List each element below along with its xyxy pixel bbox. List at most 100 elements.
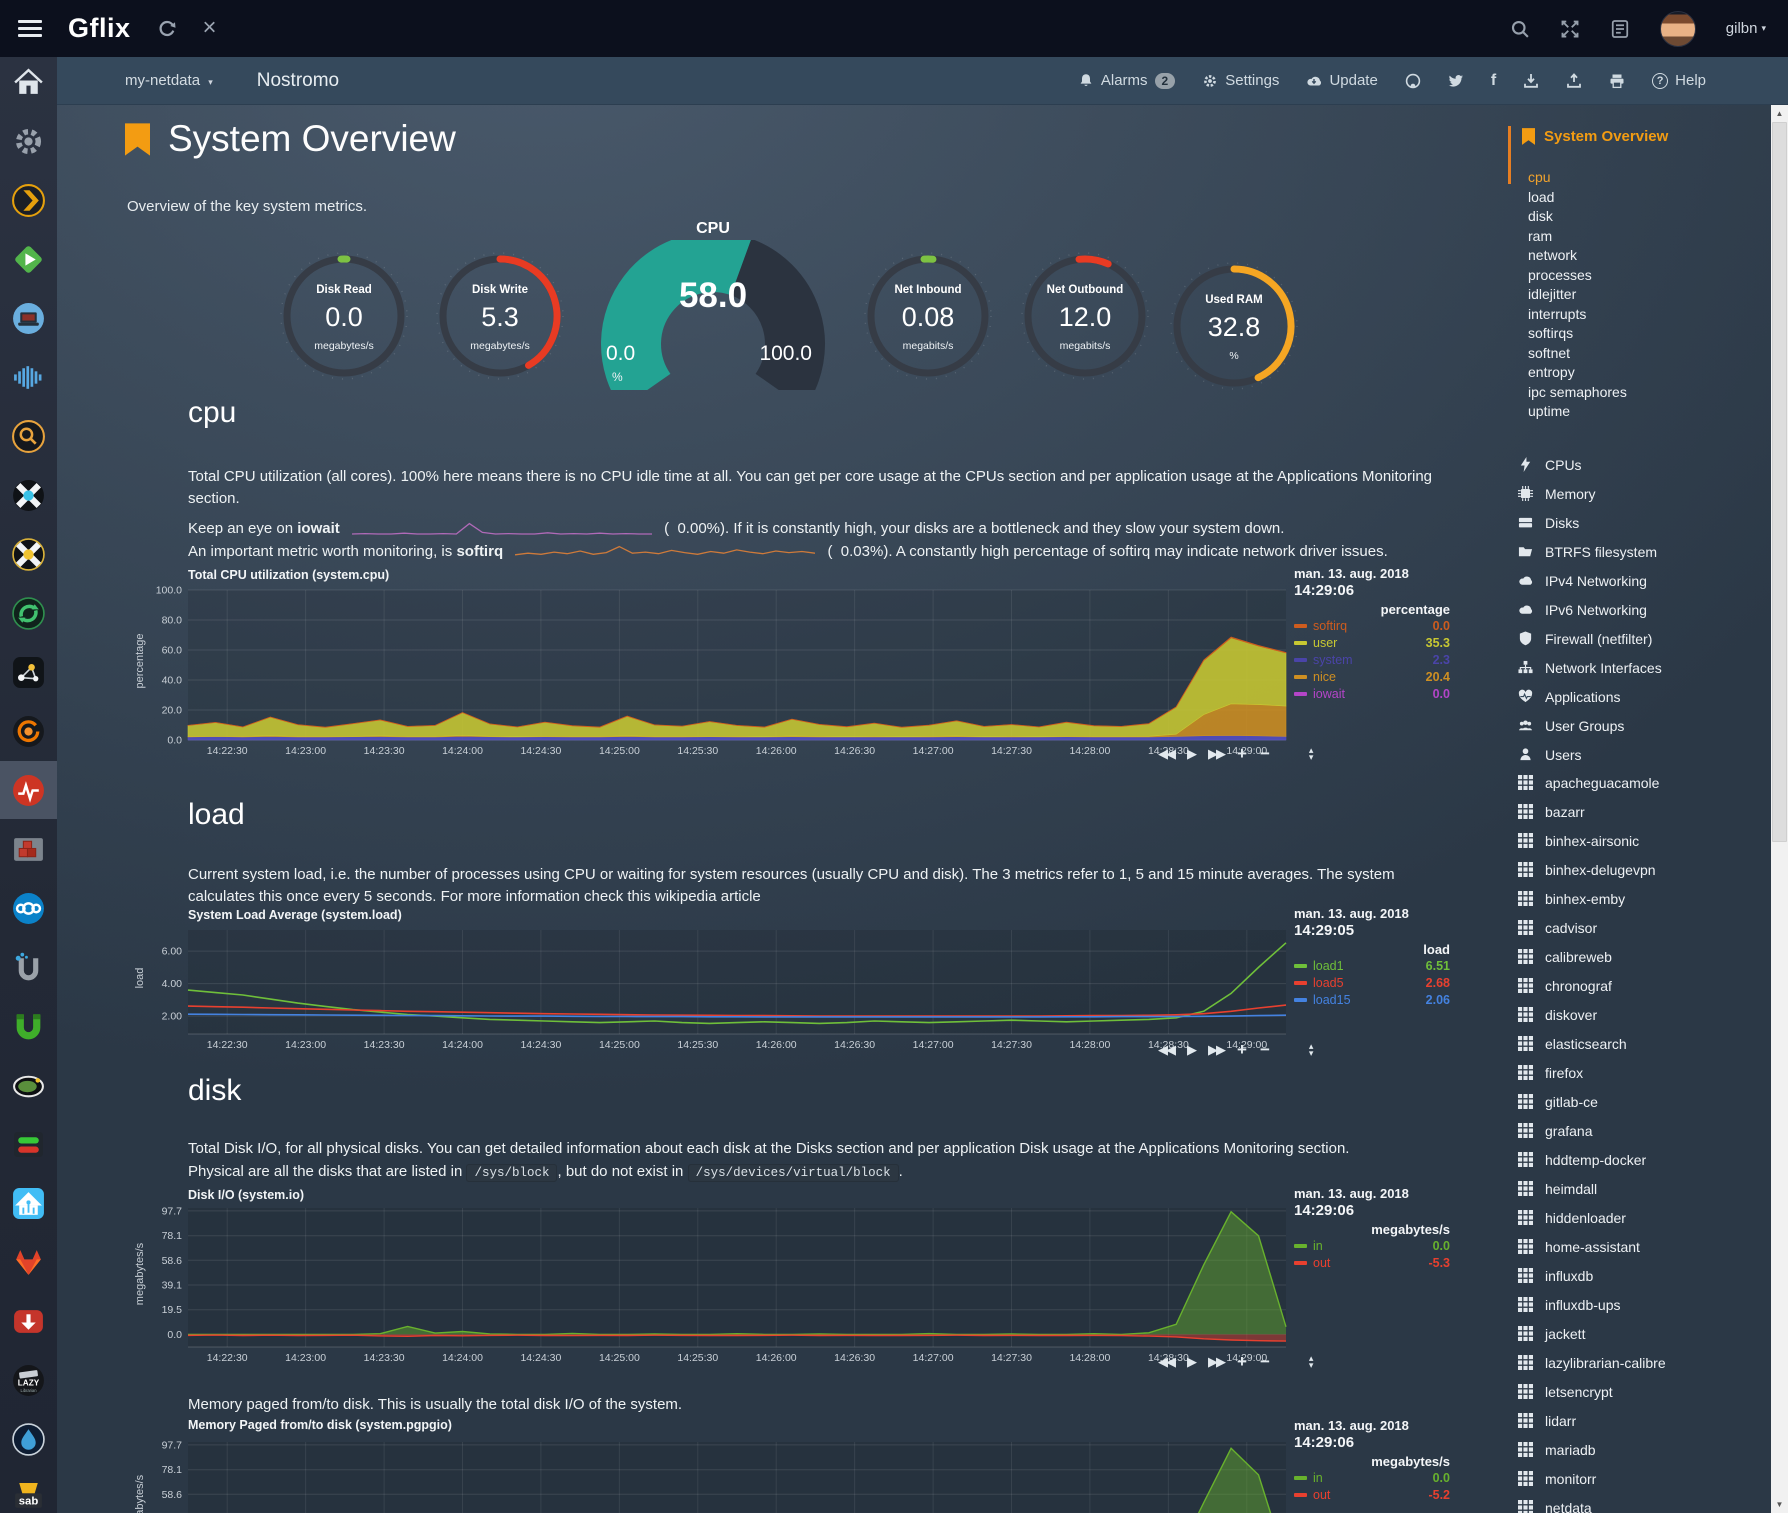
nav-section-users[interactable]: Users	[1518, 740, 1662, 769]
nav-app-item[interactable]: home-assistant	[1518, 1232, 1666, 1261]
load-chart-canvas[interactable]: 14:22:3014:23:0014:23:3014:24:0014:24:30…	[144, 926, 1294, 1058]
resize-handle[interactable]: ▴▾	[1309, 1043, 1314, 1057]
nav-app-item[interactable]: influxdb-ups	[1518, 1290, 1666, 1319]
tautulli-dish-icon[interactable]	[11, 1068, 46, 1103]
deluge-icon[interactable]	[11, 1422, 46, 1457]
gauge-net-outbound[interactable]: Net Outbound 12.0 megabits/s	[1021, 252, 1149, 380]
scroll-down-arrow[interactable]: ▼	[1771, 1496, 1788, 1513]
gauge-used-ram[interactable]: Used RAM 32.8 %	[1170, 262, 1298, 390]
home-assistant-icon[interactable]	[11, 1186, 46, 1221]
nav-app-item[interactable]: calibreweb	[1518, 942, 1666, 971]
help-button[interactable]: ? Help	[1652, 72, 1706, 89]
monitorr-icon[interactable]	[11, 1127, 46, 1162]
nav-app-item[interactable]: binhex-airsonic	[1518, 826, 1666, 855]
plex-icon[interactable]	[11, 183, 46, 218]
settings-button[interactable]: Settings	[1202, 72, 1279, 89]
legend-row[interactable]: user35.3	[1294, 634, 1450, 651]
youtube-downloader-icon[interactable]	[11, 1304, 46, 1339]
softirq-sparkline[interactable]	[515, 543, 815, 559]
nav-submenu-item[interactable]: ipc semaphores	[1528, 383, 1627, 403]
grafana-icon[interactable]	[11, 714, 46, 749]
nav-app-item[interactable]: heimdall	[1518, 1174, 1666, 1203]
play-button[interactable]: ▶	[1187, 1042, 1195, 1058]
legend-row[interactable]: in0.0	[1294, 1469, 1450, 1486]
nav-submenu-item[interactable]: interrupts	[1528, 305, 1627, 325]
nav-app-item[interactable]: gitlab-ce	[1518, 1087, 1666, 1116]
nav-app-item[interactable]: binhex-emby	[1518, 884, 1666, 913]
nav-submenu-item[interactable]: cpu	[1528, 168, 1627, 188]
nav-app-item[interactable]: letsencrypt	[1518, 1377, 1666, 1406]
nav-app-item[interactable]: elasticsearch	[1518, 1029, 1666, 1058]
resize-handle[interactable]: ▴▾	[1309, 1355, 1314, 1369]
legend-row[interactable]: iowait0.0	[1294, 685, 1450, 702]
gitlab-icon[interactable]	[11, 1245, 46, 1280]
nav-app-item[interactable]: binhex-delugevpn	[1518, 855, 1666, 884]
sabnzbd-icon[interactable]: sab	[11, 1481, 46, 1513]
nav-app-item[interactable]: diskover	[1518, 1000, 1666, 1029]
nav-app-item[interactable]: firefox	[1518, 1058, 1666, 1087]
pan-back-button[interactable]: ◀◀	[1158, 1354, 1174, 1370]
diskover-search-icon[interactable]	[11, 419, 46, 454]
print-button[interactable]	[1609, 73, 1625, 89]
legend-row[interactable]: in0.0	[1294, 1237, 1450, 1254]
legend-row[interactable]: softirq0.0	[1294, 617, 1450, 634]
pan-back-button[interactable]: ◀◀	[1158, 1042, 1174, 1058]
nav-section-ipv6[interactable]: IPv6 Networking	[1518, 595, 1662, 624]
legend-row[interactable]: nice20.4	[1294, 668, 1450, 685]
nav-section-user-groups[interactable]: User Groups	[1518, 711, 1662, 740]
settings-gear-icon[interactable]	[11, 124, 46, 159]
gauge-net-inbound[interactable]: Net Inbound 0.08 megabits/s	[864, 252, 992, 380]
nav-submenu-item[interactable]: processes	[1528, 266, 1627, 286]
github-link[interactable]	[1405, 73, 1421, 89]
zoom-in-button[interactable]: +	[1237, 1040, 1247, 1060]
nav-submenu-item[interactable]: ram	[1528, 227, 1627, 247]
legend-row[interactable]: load52.68	[1294, 974, 1450, 991]
unraid-icon[interactable]	[11, 950, 46, 985]
nav-app-item[interactable]: netdata	[1518, 1493, 1666, 1513]
pan-forward-button[interactable]: ▶▶	[1208, 746, 1224, 762]
legend-row[interactable]: load152.06	[1294, 991, 1450, 1008]
user-avatar[interactable]	[1660, 11, 1696, 47]
play-button[interactable]: ▶	[1187, 746, 1195, 762]
nav-app-item[interactable]: lazylibrarian-calibre	[1518, 1348, 1666, 1377]
play-button[interactable]: ▶	[1187, 1354, 1195, 1370]
nav-submenu-item[interactable]: load	[1528, 188, 1627, 208]
nav-app-item[interactable]: jackett	[1518, 1319, 1666, 1348]
export-button[interactable]	[1566, 73, 1582, 89]
hamburger-menu-icon[interactable]	[18, 20, 42, 37]
zoom-in-button[interactable]: +	[1237, 1352, 1247, 1372]
pan-forward-button[interactable]: ▶▶	[1208, 1354, 1224, 1370]
nav-system-overview[interactable]: System Overview	[1522, 128, 1668, 145]
nav-app-item[interactable]: influxdb	[1518, 1261, 1666, 1290]
nav-section-memory[interactable]: Memory	[1518, 479, 1662, 508]
nav-app-item[interactable]: grafana	[1518, 1116, 1666, 1145]
pan-forward-button[interactable]: ▶▶	[1208, 1042, 1224, 1058]
guacamole-icon[interactable]	[11, 301, 46, 336]
nav-app-item[interactable]: chronograf	[1518, 971, 1666, 1000]
nav-app-item[interactable]: hiddenloader	[1518, 1203, 1666, 1232]
scrollbar-thumb[interactable]	[1772, 122, 1787, 842]
scroll-up-arrow[interactable]: ▲	[1771, 105, 1788, 122]
gauge-disk-read[interactable]: Disk Read 0.0 megabytes/s	[280, 252, 408, 380]
nav-submenu-item[interactable]: network	[1528, 246, 1627, 266]
airsonic-icon[interactable]	[11, 360, 46, 395]
krusader-icon[interactable]	[11, 832, 46, 867]
refresh-icon[interactable]	[157, 19, 177, 39]
cadvisor-icon[interactable]	[11, 596, 46, 631]
alarms-button[interactable]: Alarms 2	[1078, 72, 1175, 89]
zoom-in-button[interactable]: +	[1237, 744, 1247, 764]
user-menu[interactable]: gilbn ▾	[1726, 20, 1766, 37]
legend-row[interactable]: out-5.2	[1294, 1486, 1450, 1503]
nav-submenu-item[interactable]: idlejitter	[1528, 285, 1627, 305]
legend-row[interactable]: load16.51	[1294, 957, 1450, 974]
organizr-x-icon[interactable]	[11, 537, 46, 572]
lazylibrarian-icon[interactable]: LAZYLibrarian	[11, 1363, 46, 1398]
gauge-cpu[interactable]: CPU 58.0 0.0 100.0 %	[596, 220, 830, 392]
legend-row[interactable]: system2.3	[1294, 651, 1450, 668]
nav-submenu-item[interactable]: softnet	[1528, 344, 1627, 364]
zoom-out-button[interactable]: −	[1260, 1040, 1270, 1060]
nav-app-item[interactable]: hddtemp-docker	[1518, 1145, 1666, 1174]
changelog-icon[interactable]	[1610, 19, 1630, 39]
nav-app-item[interactable]: mariadb	[1518, 1435, 1666, 1464]
nav-section-network-interfaces[interactable]: Network Interfaces	[1518, 653, 1662, 682]
